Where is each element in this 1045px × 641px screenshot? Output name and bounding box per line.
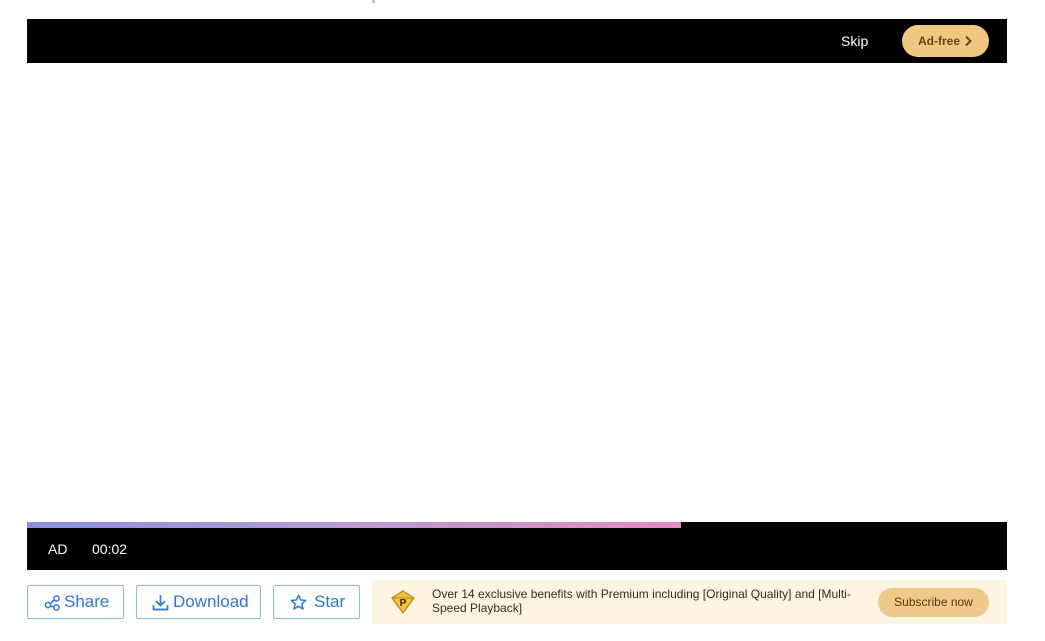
download-button[interactable]: Download: [136, 585, 261, 619]
share-label: Share: [64, 592, 110, 611]
download-label: Download: [173, 592, 249, 611]
star-label: Star: [314, 592, 346, 611]
skip-ad-button[interactable]: Skip: [841, 31, 868, 51]
video-player[interactable]: Skip Ad-free AD 00:02: [27, 19, 1007, 570]
premium-badge-letter: P: [400, 598, 407, 609]
ad-top-bar: Skip Ad-free: [27, 19, 1007, 63]
premium-description: Over 14 exclusive benefits with Premium …: [432, 587, 851, 615]
download-icon: [152, 595, 169, 611]
star-icon: [290, 594, 307, 610]
subscribe-button[interactable]: Subscribe now: [878, 588, 989, 617]
ad-free-label: Ad-free: [918, 34, 961, 48]
top-edge-fragment: [372, 0, 375, 3]
video-canvas[interactable]: [27, 63, 1007, 522]
page: Skip Ad-free AD 00:02 Share Download Sta…: [0, 0, 1045, 641]
ad-free-button[interactable]: Ad-free: [902, 25, 989, 57]
share-button[interactable]: Share: [27, 585, 124, 619]
star-button[interactable]: Star: [273, 585, 360, 619]
ad-bottom-bar: AD 00:02: [27, 528, 1007, 570]
ad-indicator: AD: [48, 541, 68, 557]
premium-banner: P Over 14 exclusive benefits with Premiu…: [372, 580, 1007, 624]
share-icon: [44, 595, 60, 611]
premium-badge-icon: P: [391, 590, 415, 615]
chevron-right-icon: [965, 35, 972, 47]
ad-countdown: 00:02: [92, 541, 128, 557]
